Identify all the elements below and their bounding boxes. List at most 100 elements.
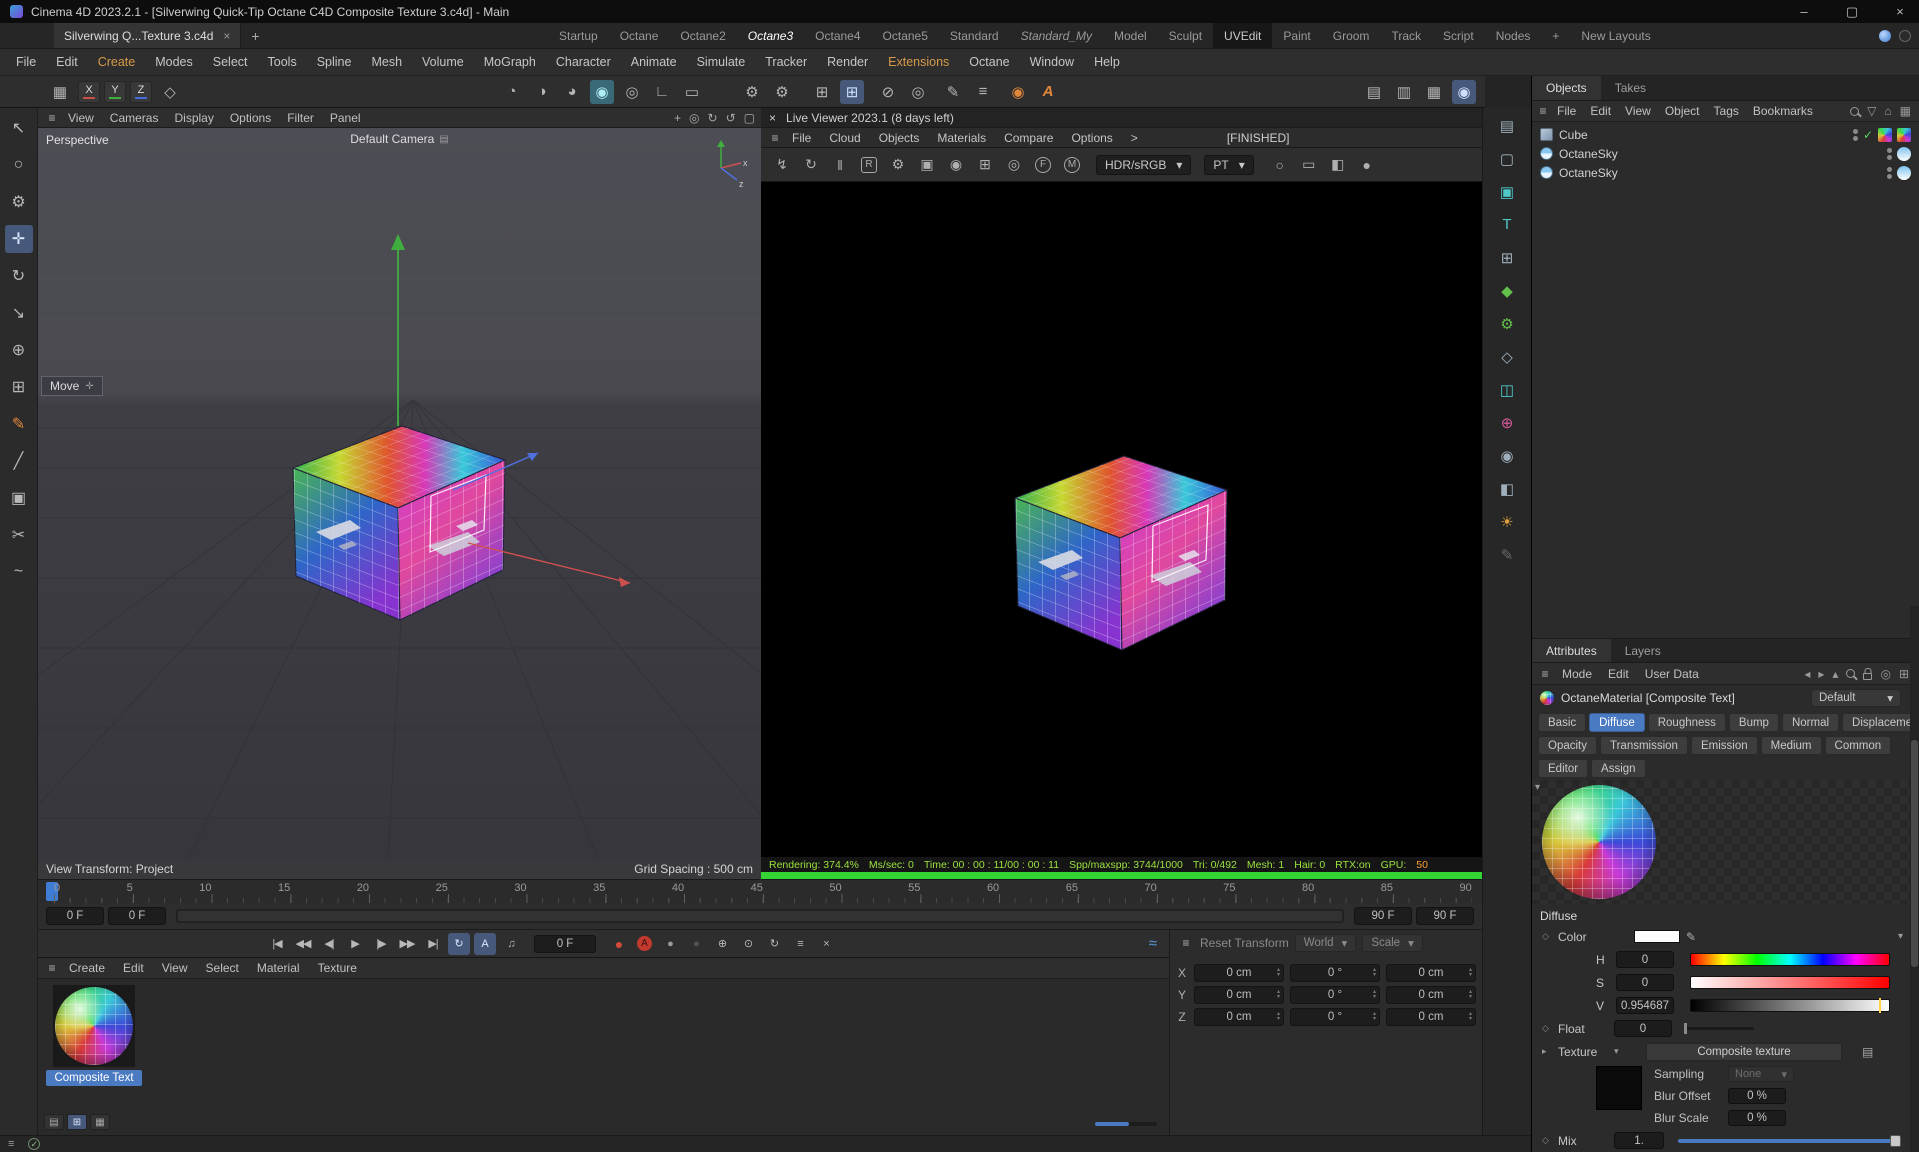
- sampling-dropdown[interactable]: None ▾: [1728, 1066, 1794, 1082]
- workplane-mode-icon[interactable]: ▭: [680, 80, 704, 104]
- scale-field[interactable]: 0 cm ▴ ▾: [1386, 964, 1476, 982]
- home-icon[interactable]: ⌂: [1884, 104, 1891, 118]
- texture-thumbnail[interactable]: [1596, 1066, 1642, 1110]
- title-bar[interactable]: Cinema 4D 2023.2.1 - [Silverwing Quick-T…: [0, 0, 1919, 23]
- material-ball-icon[interactable]: ◉: [945, 154, 967, 176]
- menu-item[interactable]: Help: [1084, 55, 1130, 69]
- layout-tab[interactable]: UVEdit: [1213, 23, 1273, 48]
- camera-capture-icon[interactable]: ◧: [1327, 154, 1349, 176]
- material-thumbnail[interactable]: [53, 985, 135, 1067]
- menu-item[interactable]: Extensions: [878, 55, 959, 69]
- object-label[interactable]: OctaneSky: [1559, 166, 1618, 180]
- panel-tab[interactable]: Objects: [1532, 76, 1601, 100]
- viewport-menu-item[interactable]: Filter: [279, 111, 322, 125]
- attributes-menu-item[interactable]: User Data: [1637, 667, 1707, 681]
- keyable-dot-icon[interactable]: ◇: [1542, 1135, 1552, 1146]
- dolly-view-icon[interactable]: ◎: [689, 111, 699, 125]
- loop-mode-icon[interactable]: ↻: [448, 932, 470, 955]
- grid-snap-icon[interactable]: ⊞: [840, 79, 864, 104]
- live-viewer-menu-item[interactable]: Objects: [870, 131, 929, 145]
- objects-menu-item[interactable]: File: [1550, 104, 1583, 118]
- panel-tab[interactable]: Layers: [1611, 639, 1675, 662]
- layout-tab[interactable]: Octane2: [669, 23, 736, 48]
- white-balance-icon[interactable]: ○: [1269, 154, 1291, 176]
- rotation-field[interactable]: 0 ° ▴ ▾: [1290, 1008, 1380, 1026]
- preview-range-bar[interactable]: [178, 911, 1342, 921]
- layout-tab[interactable]: +: [1541, 23, 1570, 48]
- layout-monitor2-icon[interactable]: ▥: [1392, 80, 1416, 104]
- lock-resolution-icon[interactable]: ▣: [916, 154, 938, 176]
- texture-menu-chevron-icon[interactable]: ▾: [1614, 1046, 1624, 1057]
- sky-tag-icon[interactable]: [1897, 146, 1911, 161]
- object-row-octanesky[interactable]: OctaneSky: [1532, 163, 1919, 182]
- viewport-camera-label[interactable]: Default Camera ▤: [350, 132, 449, 146]
- saturation-field[interactable]: 0: [1616, 974, 1674, 991]
- history-forward-icon[interactable]: ▸: [1818, 667, 1824, 681]
- grid-icon[interactable]: ⊞: [810, 80, 834, 104]
- interactive-render-icon[interactable]: ◉: [590, 79, 614, 104]
- sound-icon[interactable]: ♫: [500, 933, 522, 955]
- channel-tab[interactable]: Bump: [1728, 713, 1779, 732]
- texture-tag-icon[interactable]: [1878, 127, 1892, 142]
- material-menu-item[interactable]: View: [153, 961, 197, 975]
- menu-item[interactable]: File: [6, 55, 46, 69]
- menu-item[interactable]: Render: [817, 55, 878, 69]
- color-swatch[interactable]: [1634, 930, 1680, 943]
- pan-view-icon[interactable]: +: [674, 111, 681, 125]
- channel-tab[interactable]: Opacity: [1538, 736, 1597, 755]
- channel-tab[interactable]: Diffuse: [1589, 713, 1645, 732]
- modeling-settings-icon[interactable]: ⚙: [5, 188, 33, 216]
- channel-tab[interactable]: Emission: [1690, 736, 1758, 755]
- position-field[interactable]: 0 cm ▴ ▾: [1194, 986, 1284, 1004]
- scrollbar-track[interactable]: [1910, 606, 1919, 1152]
- material-preview-area[interactable]: ▾: [1532, 780, 1919, 904]
- plugin-icon[interactable]: ◆: [1492, 278, 1522, 303]
- eyedropper-icon[interactable]: ✎: [1686, 930, 1696, 944]
- viewport-projection-label[interactable]: Perspective: [46, 133, 109, 147]
- wireframe-icon[interactable]: ◎: [620, 80, 644, 104]
- document-tab-close-icon[interactable]: ×: [223, 29, 230, 43]
- layout-tab[interactable]: Paint: [1272, 23, 1321, 48]
- layout-tab[interactable]: Sculpt: [1158, 23, 1213, 48]
- current-frame-field[interactable]: 0 F: [534, 934, 596, 953]
- octane-a-icon[interactable]: A: [1036, 80, 1060, 104]
- rotation-key-icon[interactable]: ↻: [763, 933, 785, 955]
- layout-sync-icon[interactable]: [1879, 29, 1891, 42]
- keyable-dot-icon[interactable]: ◇: [1542, 931, 1552, 942]
- uv-grid-icon[interactable]: ⊞: [1492, 245, 1522, 270]
- shading-icon[interactable]: ◑: [530, 80, 554, 104]
- keyframe-off-icon[interactable]: ●: [685, 933, 707, 955]
- channel-tab[interactable]: Displacement: [1842, 713, 1919, 732]
- float-field[interactable]: 0: [1614, 1020, 1672, 1037]
- thumbnail-size-slider[interactable]: [1095, 1122, 1157, 1126]
- record-icon[interactable]: ●: [608, 933, 630, 955]
- viewport-menu-item[interactable]: View: [60, 111, 102, 125]
- scale-field[interactable]: 0 cm ▴ ▾: [1386, 986, 1476, 1004]
- attributes-menu-item[interactable]: Edit: [1600, 667, 1637, 681]
- live-selection-icon[interactable]: ○: [5, 151, 33, 179]
- layout-monitor3-icon[interactable]: ▦: [1422, 80, 1446, 104]
- region-box-icon[interactable]: ▭: [1298, 154, 1320, 176]
- layout-tab[interactable]: Model: [1103, 23, 1158, 48]
- menu-item[interactable]: Edit: [46, 55, 88, 69]
- enabled-check-icon[interactable]: ✓: [1863, 128, 1873, 142]
- close-button[interactable]: ×: [1891, 4, 1909, 20]
- live-viewer-toggle-icon[interactable]: ◉: [1452, 79, 1476, 104]
- icon-view-icon[interactable]: ▦: [90, 1114, 110, 1130]
- material-menu-item[interactable]: Edit: [114, 961, 153, 975]
- select-tool-icon[interactable]: ↖: [5, 114, 33, 142]
- texture-tag-icon[interactable]: [1897, 127, 1911, 142]
- record-dot-icon[interactable]: ●: [1356, 154, 1378, 176]
- rotation-field[interactable]: 0 ° ▴ ▾: [1290, 964, 1380, 982]
- layout-tab[interactable]: Octane: [609, 23, 670, 48]
- shape-icon[interactable]: ▢: [1492, 146, 1522, 171]
- mix-slider-knob[interactable]: [1890, 1134, 1901, 1147]
- rotation-field[interactable]: 0 ° ▴ ▾: [1290, 986, 1380, 1004]
- search-icon[interactable]: [1850, 106, 1860, 116]
- move-tool-icon[interactable]: ✛: [4, 225, 33, 253]
- blur-offset-field[interactable]: 0 %: [1728, 1088, 1786, 1104]
- channel-tab[interactable]: Assign: [1591, 759, 1646, 778]
- prev-key-icon[interactable]: ◀◀: [292, 933, 314, 955]
- coordinate-plane-icon[interactable]: ◇: [158, 80, 182, 104]
- live-viewer-menu-item[interactable]: Compare: [995, 131, 1062, 145]
